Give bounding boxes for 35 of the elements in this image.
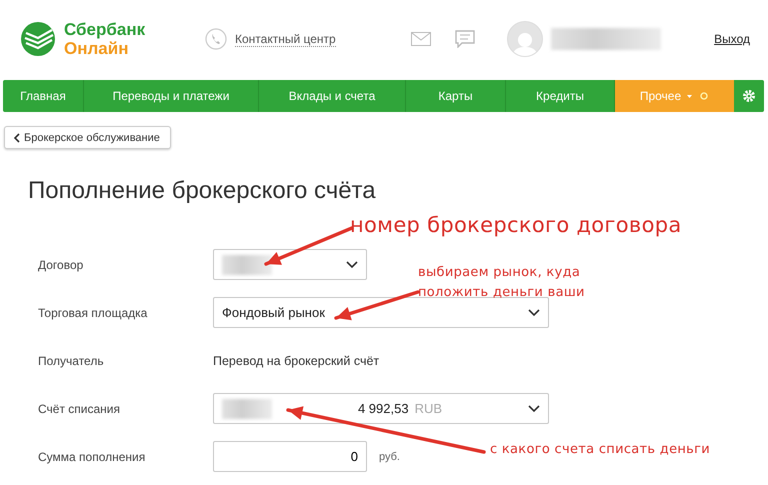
settings-icon[interactable] bbox=[742, 89, 756, 103]
field-value: Перевод на брокерский счёт bbox=[213, 354, 380, 368]
amount-input[interactable]: 0 bbox=[213, 441, 367, 472]
logo-icon bbox=[20, 21, 56, 57]
field-label: Получатель bbox=[38, 354, 105, 368]
field-label: Договор bbox=[38, 258, 84, 272]
dropdown[interactable]: 4 992,53 RUB bbox=[213, 393, 549, 424]
chevron-down-icon bbox=[346, 260, 358, 268]
annotation-note: с какого счета списать деньги bbox=[490, 441, 710, 459]
logout-link[interactable]: Выход bbox=[714, 32, 750, 46]
logo-text: Онлайн bbox=[64, 39, 130, 58]
contact-center-link[interactable]: Контактный центр bbox=[235, 32, 336, 46]
currency: RUB bbox=[414, 401, 442, 416]
field-label: Торговая площадка bbox=[38, 306, 148, 320]
balance: 4 992,53 bbox=[358, 401, 409, 416]
chevron-down-icon bbox=[528, 308, 540, 316]
mail-icon[interactable] bbox=[411, 32, 431, 46]
dropdown[interactable] bbox=[213, 249, 367, 280]
unit-label: руб. bbox=[379, 450, 400, 462]
blurred-value bbox=[222, 398, 272, 418]
annotation-note: номер брокерского договора bbox=[350, 212, 682, 238]
chat-icon[interactable] bbox=[455, 30, 475, 48]
field-label: Сумма пополнения bbox=[38, 450, 146, 464]
back-button[interactable]: Брокерское обслуживание bbox=[4, 126, 171, 149]
page-title: Пополнение брокерского счёта bbox=[28, 177, 377, 205]
chevron-down-icon bbox=[528, 404, 540, 412]
avatar[interactable] bbox=[507, 21, 543, 57]
dropdown-value: Фондовый рынок bbox=[222, 305, 325, 320]
blurred-value bbox=[222, 254, 272, 274]
field-label: Счёт списания bbox=[38, 402, 121, 416]
phone-icon bbox=[205, 28, 227, 50]
dropdown-icons bbox=[687, 92, 710, 100]
dropdown[interactable]: Фондовый рынок bbox=[213, 297, 549, 328]
chevron-left-icon bbox=[13, 132, 20, 142]
logo-text: Сбербанк bbox=[64, 20, 146, 39]
